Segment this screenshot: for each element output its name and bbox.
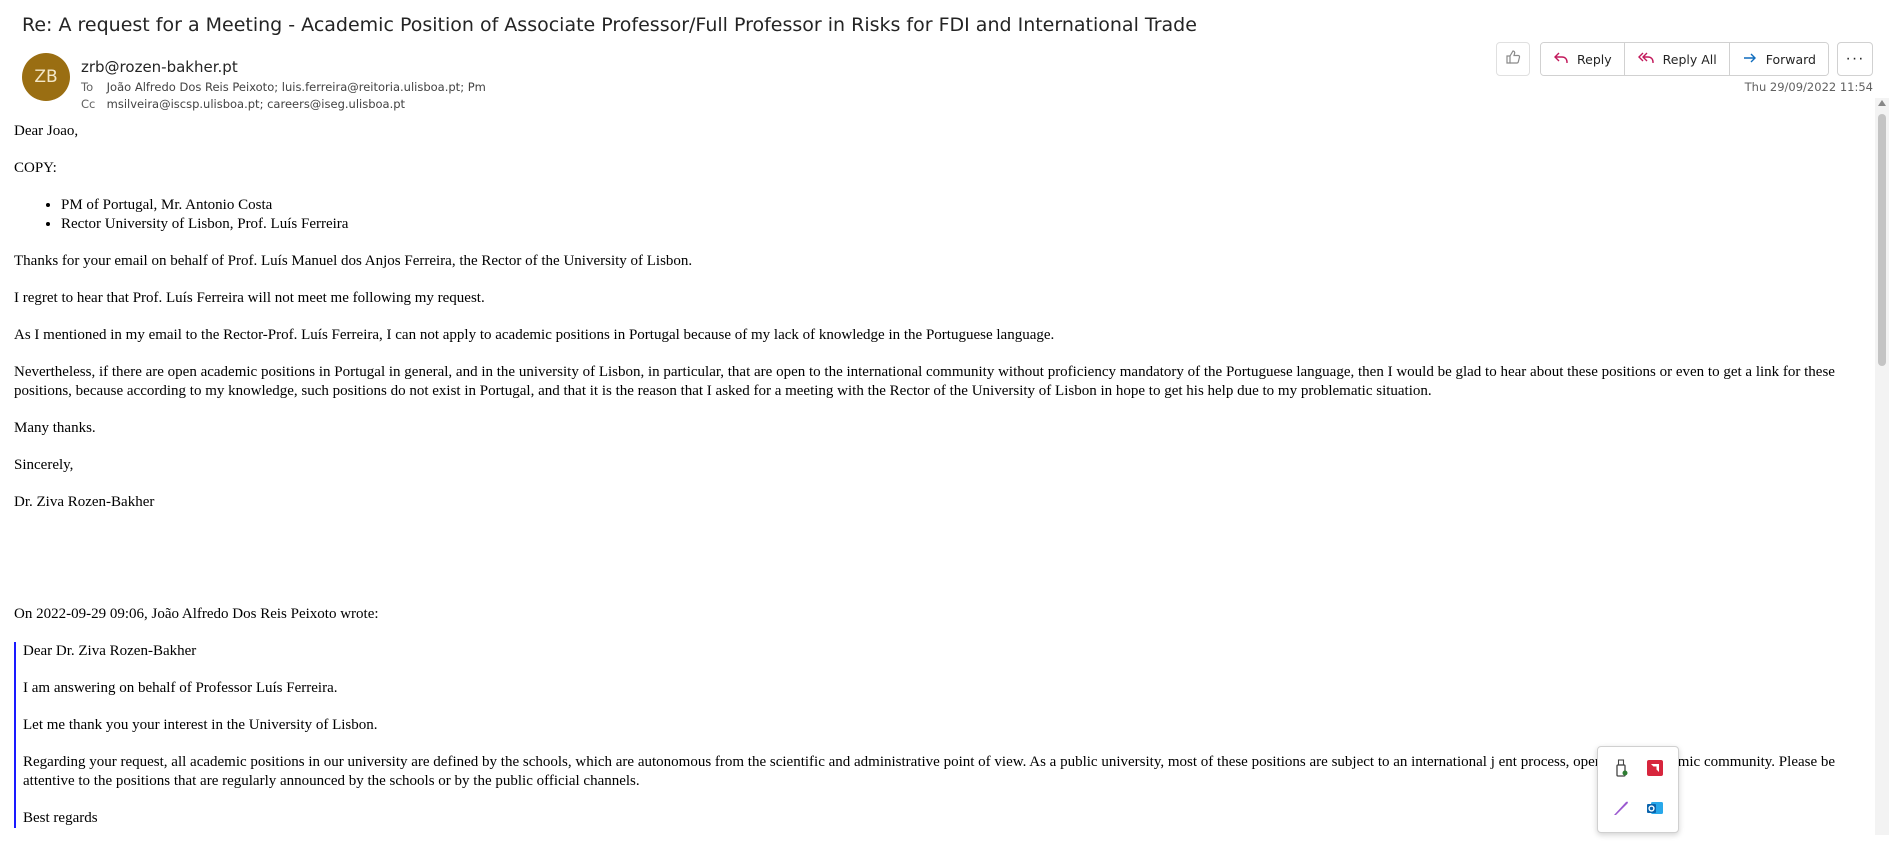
sender-address[interactable]: zrb@rozen-bakher.pt — [81, 58, 238, 76]
forward-label: Forward — [1765, 51, 1816, 67]
paragraph: Thanks for your email on behalf of Prof.… — [14, 253, 693, 269]
paragraph: Nevertheless, if there are open academic… — [14, 364, 1835, 399]
amd-icon[interactable] — [1644, 757, 1666, 779]
paragraph: Best regards — [23, 810, 98, 826]
paragraph: Let me thank you your interest in the Un… — [23, 717, 378, 733]
quoted-message: Dear Dr. Ziva Rozen-Bakher I am answerin… — [14, 642, 1869, 828]
avatar[interactable]: ZB — [22, 53, 70, 101]
reply-icon — [1553, 51, 1577, 68]
tray-overflow-popup — [1597, 746, 1679, 833]
list-item: PM of Portugal, Mr. Antonio Costa — [61, 196, 1869, 215]
paragraph: I regret to hear that Prof. Luís Ferreir… — [14, 290, 485, 306]
reply-all-icon — [1637, 51, 1663, 68]
reply-all-label: Reply All — [1662, 51, 1717, 67]
cc-row: Cc msilveira@iscsp.ulisboa.pt; careers@i… — [81, 97, 405, 111]
outlook-icon[interactable] — [1644, 797, 1666, 819]
closing-line: Sincerely, — [14, 457, 74, 473]
reply-all-button[interactable]: Reply All — [1624, 43, 1730, 75]
reply-label: Reply — [1577, 51, 1612, 67]
usb-drive-icon[interactable] — [1610, 757, 1632, 779]
copy-list: PM of Portugal, Mr. Antonio Costa Rector… — [14, 196, 1869, 234]
thanks-line: Many thanks. — [14, 420, 96, 436]
copy-label: COPY: — [14, 160, 57, 176]
cc-label: Cc — [81, 97, 96, 111]
scrollbar-thumb[interactable] — [1878, 114, 1886, 366]
like-button[interactable] — [1496, 42, 1530, 76]
list-item: Rector University of Lisbon, Prof. Luís … — [61, 215, 1869, 234]
more-actions-button[interactable]: ··· — [1837, 42, 1873, 76]
reply-button[interactable]: Reply — [1541, 43, 1625, 75]
paragraph: Regarding your request, all academic pos… — [23, 754, 1836, 789]
reply-button-group: Reply Reply All Forward — [1540, 42, 1829, 76]
to-row: To João Alfredo Dos Reis Peixoto; luis.f… — [81, 80, 486, 94]
thumbs-up-icon — [1505, 49, 1521, 70]
signature: Dr. Ziva Rozen-Bakher — [14, 494, 155, 510]
message-body: Dear Joao, COPY: PM of Portugal, Mr. Ant… — [14, 122, 1869, 846]
message-toolbar: Reply Reply All Forward ··· — [1496, 42, 1873, 76]
quoted-greeting: Dear Dr. Ziva Rozen-Bakher — [23, 643, 197, 659]
to-recipients[interactable]: João Alfredo Dos Reis Peixoto; luis.ferr… — [107, 80, 486, 94]
email-subject: Re: A request for a Meeting - Academic P… — [22, 14, 1197, 36]
pen-icon[interactable] — [1610, 797, 1632, 819]
quote-header: On 2022-09-29 09:06, João Alfredo Dos Re… — [14, 606, 379, 622]
greeting: Dear Joao, — [14, 123, 79, 139]
to-label: To — [81, 80, 94, 94]
forward-button[interactable]: Forward — [1729, 43, 1828, 75]
vertical-scrollbar[interactable] — [1875, 98, 1889, 835]
forward-arrow-icon — [1742, 51, 1766, 68]
paragraph: I am answering on behalf of Professor Lu… — [23, 680, 338, 696]
scroll-up-arrow-icon[interactable] — [1878, 100, 1886, 106]
cc-recipients[interactable]: msilveira@iscsp.ulisboa.pt; careers@iseg… — [107, 97, 405, 111]
sent-date: Thu 29/09/2022 11:54 — [1744, 80, 1873, 94]
paragraph: As I mentioned in my email to the Rector… — [14, 327, 1055, 343]
